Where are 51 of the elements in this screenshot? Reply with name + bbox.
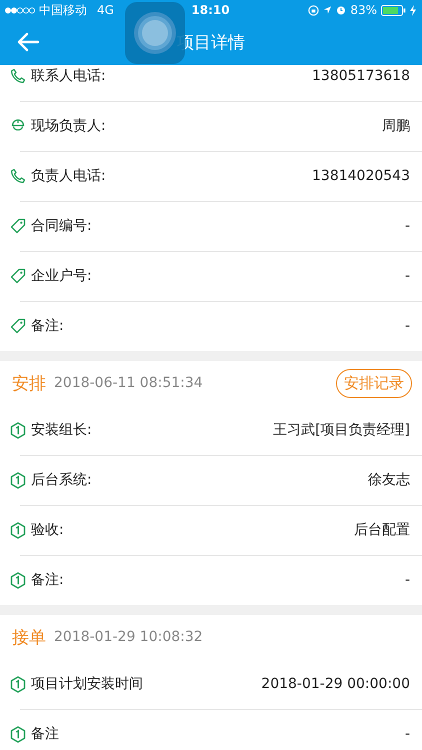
field-value: 王习武[项目负责经理] — [273, 421, 410, 439]
phone-icon — [10, 168, 26, 184]
alarm-icon — [336, 5, 346, 15]
field-label: 现场负责人: — [31, 117, 106, 135]
record-button[interactable]: 安排记录 — [336, 368, 412, 398]
section-time: 2018-06-11 08:51:34 — [54, 375, 203, 391]
hexagon-icon — [10, 472, 26, 488]
carrier-name: 中国移动 — [39, 2, 87, 18]
field-value: - — [404, 268, 410, 284]
field-value: 后台配置 — [354, 521, 410, 539]
tag-icon — [10, 268, 26, 284]
field-value: 13805173618 — [312, 68, 410, 84]
phone-icon — [10, 68, 26, 84]
signal-icon — [5, 6, 35, 14]
section-title: 安排 — [12, 372, 46, 394]
field-value: - — [404, 318, 410, 334]
charging-icon — [410, 4, 416, 16]
section-time: 2018-01-29 10:08:32 — [54, 629, 203, 645]
field-value: 2018-01-29 00:00:00 — [261, 676, 410, 692]
network-type: 4G — [97, 3, 114, 17]
field-value: - — [404, 572, 410, 588]
hexagon-icon — [10, 522, 26, 538]
field-label: 安装组长: — [31, 421, 92, 439]
field-label: 备注: — [31, 571, 64, 589]
section-title: 接单 — [12, 626, 46, 648]
field-label: 备注 — [31, 725, 59, 743]
field-label: 后台系统: — [31, 471, 92, 489]
field-label: 企业户号: — [31, 267, 92, 285]
field-value: 徐友志 — [368, 471, 410, 489]
field-label: 联系人电话: — [31, 67, 106, 85]
status-time: 18:10 — [191, 3, 230, 17]
field-label: 备注: — [31, 317, 64, 335]
hexagon-icon — [10, 422, 26, 438]
location-icon — [323, 5, 332, 15]
field-value: 13814020543 — [312, 168, 410, 184]
field-label: 合同编号: — [31, 217, 92, 235]
hexagon-icon — [10, 572, 26, 588]
tag-icon — [10, 218, 26, 234]
field-value: - — [404, 726, 410, 742]
battery-percent: 83% — [350, 3, 377, 17]
field-label: 负责人电话: — [31, 167, 106, 185]
field-value: - — [404, 218, 410, 234]
tag-icon — [10, 318, 26, 334]
rotation-lock-icon — [308, 4, 320, 16]
page-title: 项目详情 — [177, 32, 245, 54]
field-value: 周鹏 — [382, 117, 410, 135]
field-label: 验收: — [31, 521, 64, 539]
hexagon-icon — [10, 726, 26, 742]
battery-icon — [380, 4, 406, 16]
hexagon-icon — [10, 676, 26, 692]
field-label: 项目计划安装时间 — [31, 675, 143, 693]
